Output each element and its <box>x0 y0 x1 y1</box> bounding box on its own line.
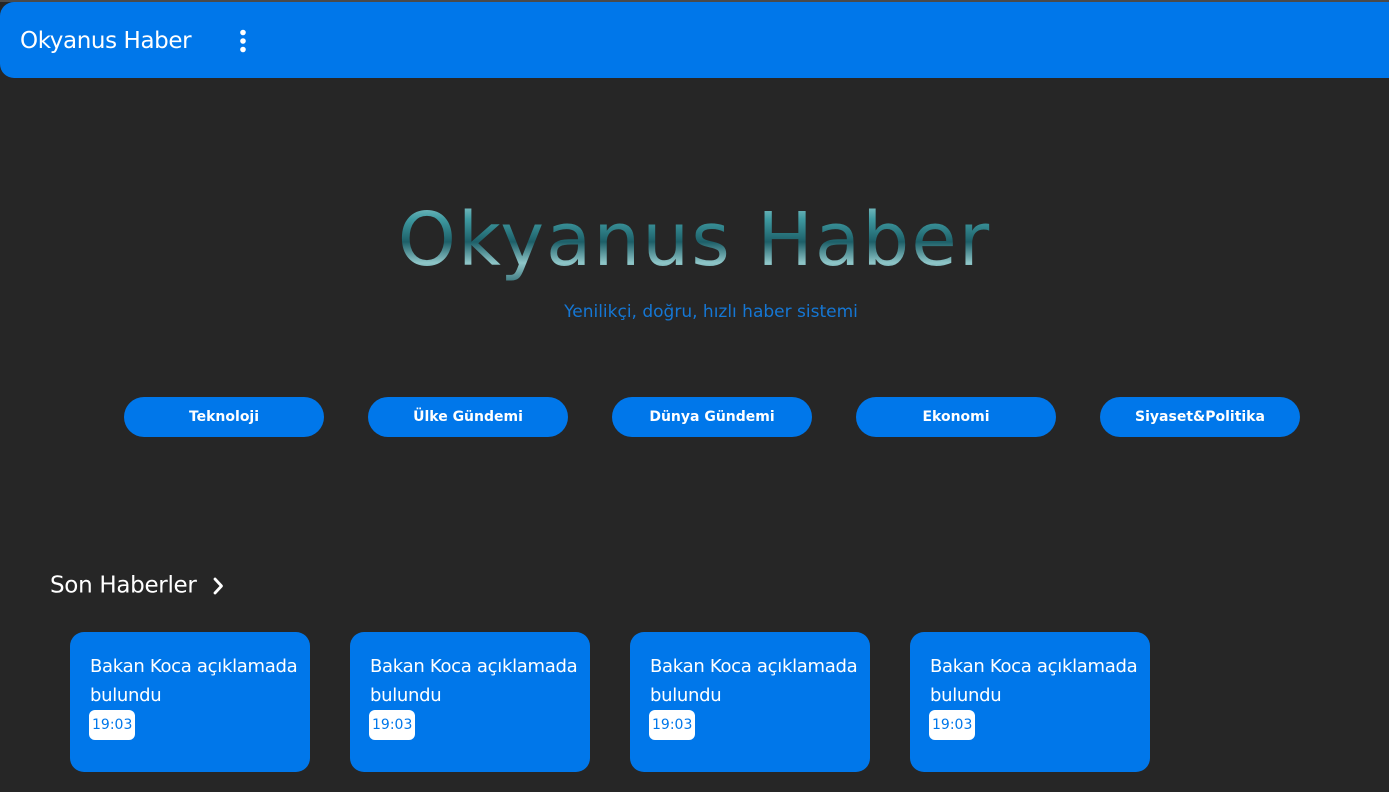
app-title: Okyanus Haber <box>20 28 192 54</box>
news-card-time: 19:03 <box>89 710 136 740</box>
hero-subtitle: Yenilikçi, doğru, hızlı haber sistemi <box>564 302 858 322</box>
news-card-title: Bakan Koca açıklamada bulundu <box>370 656 578 706</box>
news-card[interactable]: Bakan Koca açıklamada bulundu 19:03 <box>70 632 310 772</box>
news-card[interactable]: Bakan Koca açıklamada bulundu 19:03 <box>350 632 590 772</box>
category-button-ekonomi[interactable]: Ekonomi <box>856 397 1056 437</box>
more-menu-button[interactable] <box>226 22 260 60</box>
app-bar: Okyanus Haber <box>0 2 1389 78</box>
news-card-title: Bakan Koca açıklamada bulundu <box>90 656 298 706</box>
news-card-title: Bakan Koca açıklamada bulundu <box>930 656 1138 706</box>
news-card[interactable]: Bakan Koca açıklamada bulundu 19:03 <box>630 632 870 772</box>
category-button-dunya-gundemi[interactable]: Dünya Gündemi <box>612 397 812 437</box>
latest-news-link[interactable]: Son Haberler <box>50 568 224 602</box>
news-card-time: 19:03 <box>649 710 696 740</box>
hero-title: Okyanus Haber <box>0 192 1389 288</box>
latest-news-title: Son Haberler <box>50 572 197 599</box>
news-card-time: 19:03 <box>369 710 416 740</box>
chevron-right-icon <box>213 577 223 594</box>
category-button-ulke-gundemi[interactable]: Ülke Gündemi <box>368 397 568 437</box>
news-card[interactable]: Bakan Koca açıklamada bulundu 19:03 <box>910 632 1150 772</box>
category-button-siyaset-politika[interactable]: Siyaset&Politika <box>1100 397 1300 437</box>
news-card-title: Bakan Koca açıklamada bulundu <box>650 656 858 706</box>
category-button-teknoloji[interactable]: Teknoloji <box>124 397 324 437</box>
news-card-time: 19:03 <box>929 710 976 740</box>
more-vertical-icon <box>240 29 246 53</box>
